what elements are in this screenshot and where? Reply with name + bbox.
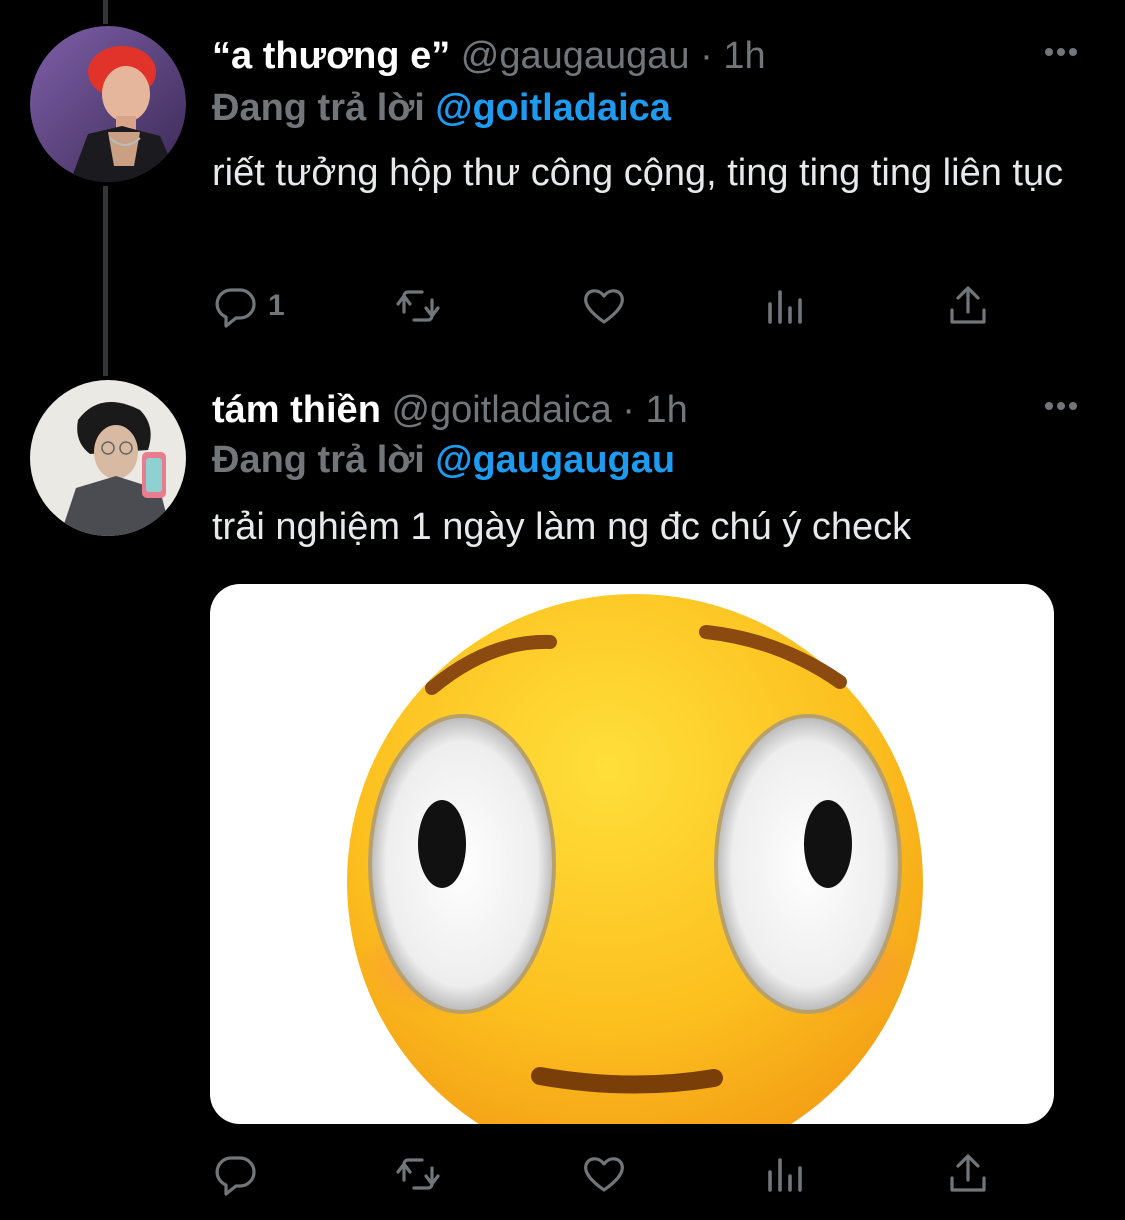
separator: · — [700, 35, 713, 77]
share-icon — [950, 1154, 986, 1192]
retweet-icon — [396, 290, 440, 322]
share-button[interactable] — [944, 276, 992, 336]
more-dots-icon[interactable] — [1039, 30, 1083, 74]
retweet-icon — [396, 1158, 440, 1190]
like-button[interactable] — [580, 1144, 636, 1204]
display-name[interactable]: “a thương e” — [212, 35, 450, 77]
share-icon — [950, 286, 986, 324]
retweet-button[interactable] — [394, 1144, 450, 1204]
avatar-image — [30, 380, 186, 536]
reply-prefix: Đang trả lời — [212, 439, 425, 481]
timestamp[interactable]: 1h — [646, 389, 688, 431]
views-button[interactable] — [762, 1144, 810, 1204]
flushed-face-emoji — [347, 594, 923, 1124]
replying-to: Đang trả lời @goitladaica — [212, 86, 671, 130]
more-dots-icon[interactable] — [1039, 384, 1083, 428]
tweet-actions: 1 — [212, 276, 1012, 336]
retweet-button[interactable] — [394, 276, 450, 336]
handle[interactable]: @goitladaica — [391, 389, 611, 431]
views-icon — [768, 1158, 802, 1192]
display-name[interactable]: tám thiền — [212, 389, 381, 431]
heart-icon — [584, 1157, 624, 1192]
tweet-actions — [212, 1144, 1012, 1204]
views-button[interactable] — [762, 276, 810, 336]
like-button[interactable] — [580, 276, 636, 336]
reply-button[interactable] — [212, 1144, 268, 1204]
views-icon — [768, 290, 802, 324]
reply-button[interactable]: 1 — [212, 276, 285, 336]
tweet-text: trải nghiệm 1 ngày làm ng đc chú ý check — [212, 506, 912, 548]
heart-icon — [584, 289, 624, 324]
reply-count: 1 — [268, 289, 285, 322]
replying-to: Đang trả lời @gaugaugau — [212, 438, 675, 482]
timestamp[interactable]: 1h — [723, 35, 765, 77]
share-button[interactable] — [944, 1144, 992, 1204]
tweet-header: tám thiền @goitladaica · 1h — [212, 388, 688, 432]
reply-icon — [215, 1156, 256, 1196]
reply-prefix: Đang trả lời — [212, 87, 425, 129]
mention-link[interactable]: @goitladaica — [435, 87, 671, 129]
thread-line — [103, 0, 108, 24]
avatar-image — [30, 26, 186, 182]
handle[interactable]: @gaugaugau — [461, 35, 690, 77]
reply-icon — [215, 288, 256, 328]
media-image[interactable] — [210, 584, 1054, 1124]
avatar[interactable] — [30, 26, 186, 182]
thread-line — [103, 186, 108, 376]
mention-link[interactable]: @gaugaugau — [435, 439, 675, 481]
tweet-header: “a thương e” @gaugaugau · 1h — [212, 34, 766, 78]
separator: · — [622, 389, 635, 431]
tweet-text: riết tưởng hộp thư công cộng, ting ting … — [212, 152, 1064, 194]
avatar[interactable] — [30, 380, 186, 536]
